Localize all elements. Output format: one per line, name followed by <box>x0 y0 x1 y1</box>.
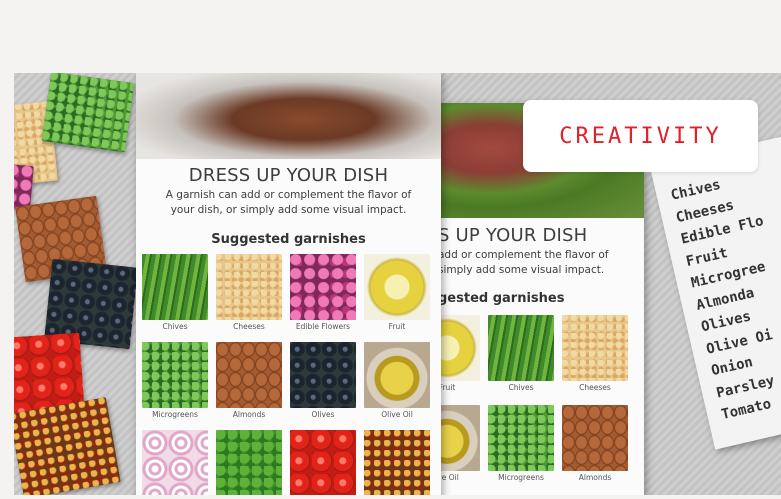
badge-label: CREATIVITY <box>559 123 722 149</box>
creativity-badge: CREATIVITY <box>523 100 758 172</box>
garnish-list: Chives Cheeses Edible Flo Fruit Microgree Alm… <box>669 155 781 427</box>
garnish-list-card: Chives Cheeses Edible Flo Fruit Microgree Alm… <box>650 131 781 450</box>
